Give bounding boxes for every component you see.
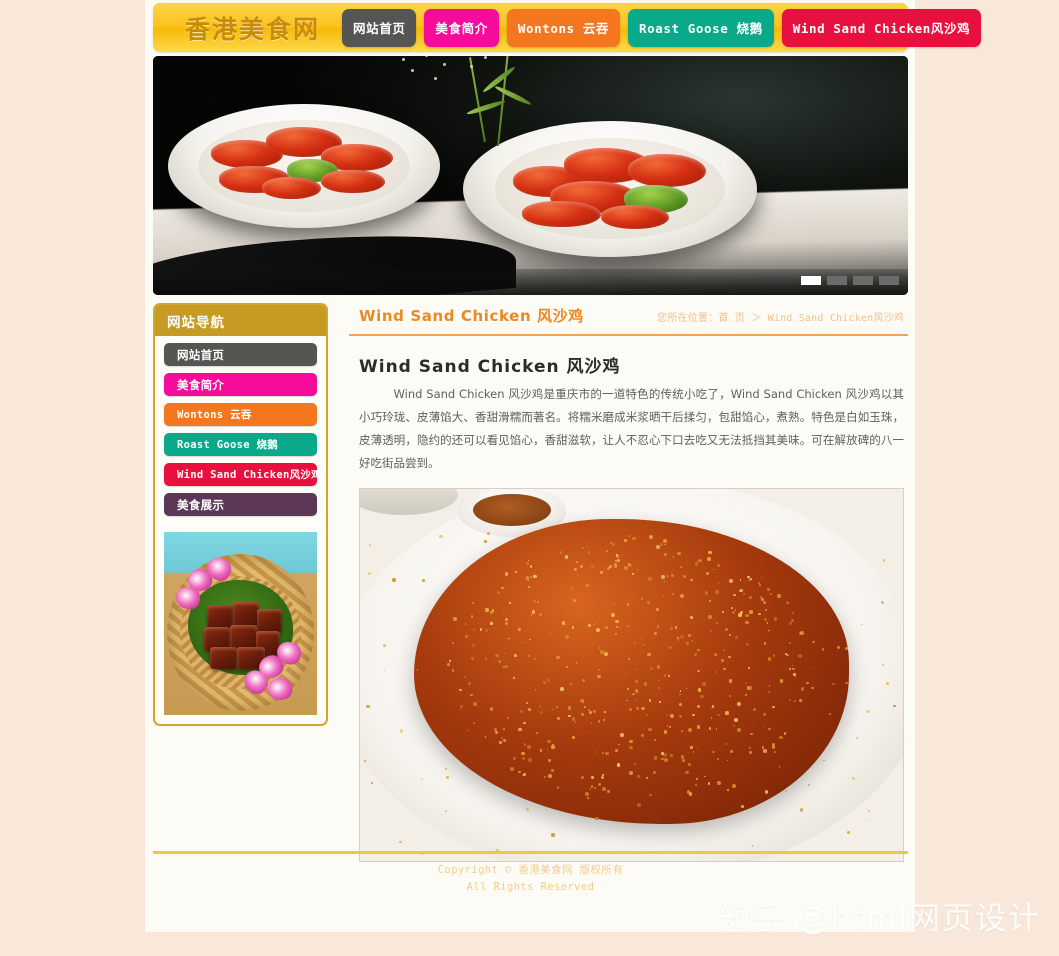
nav-item-roast-goose[interactable]: Roast Goose 烧鹅: [628, 8, 774, 47]
nav-item-wontons[interactable]: Wontons 云吞: [506, 8, 621, 47]
breadcrumb-current: Wind Sand Chicken风沙鸡: [767, 313, 904, 324]
footer-divider: [153, 851, 908, 854]
nav-item-home[interactable]: 网站首页: [342, 8, 417, 47]
sidebar-item-wontons[interactable]: Wontons 云吞: [164, 403, 317, 426]
sidebar-heading: 网站导航: [155, 305, 326, 336]
sidebar-item-roast-goose[interactable]: Roast Goose 烧鹅: [164, 433, 317, 456]
sidebar-menu: 网站首页 美食简介 Wontons 云吞 Roast Goose 烧鹅 Wind…: [155, 336, 326, 532]
sidebar-item-home[interactable]: 网站首页: [164, 343, 317, 366]
banner-image: [153, 56, 908, 295]
banner-herb-sprig: [380, 56, 607, 147]
article-photo-wind-sand-chicken: [359, 488, 904, 862]
page-container: 香港美食网 网站首页 美食简介 Wontons 云吞 Roast Goose 烧…: [145, 0, 982, 932]
nav-item-wind-sand-chicken[interactable]: Wind Sand Chicken风沙鸡: [781, 8, 982, 47]
nav-item-intro[interactable]: 美食简介: [424, 8, 499, 47]
content-header: Wind Sand Chicken 风沙鸡 您所在位置：首 页 ＞ Wind S…: [349, 303, 908, 336]
slider-dot-3[interactable]: [853, 276, 873, 285]
crumb-layer: [360, 489, 903, 861]
slider-dot-4[interactable]: [879, 276, 899, 285]
footer-copyright: Copyright © 香港美食网 版权所有: [437, 864, 624, 876]
top-navigation: 网站首页 美食简介 Wontons 云吞 Roast Goose 烧鹅 Wind…: [342, 8, 982, 47]
slider-indicators[interactable]: [801, 276, 899, 285]
sidebar-photo-wrap: [155, 532, 326, 724]
banner-slider[interactable]: [153, 56, 908, 295]
page-title: Wind Sand Chicken 风沙鸡: [359, 307, 584, 325]
sidebar: 网站导航 网站首页 美食简介 Wontons 云吞 Roast Goose 烧鹅…: [153, 303, 328, 726]
sidebar-item-intro[interactable]: 美食简介: [164, 373, 317, 396]
footer: Copyright © 香港美食网 版权所有 All Rights Reserv…: [153, 862, 908, 897]
article-title: Wind Sand Chicken 风沙鸡: [359, 357, 621, 377]
site-header: 香港美食网 网站首页 美食简介 Wontons 云吞 Roast Goose 烧…: [153, 3, 982, 52]
slider-dot-1[interactable]: [801, 276, 821, 285]
footer-rights: All Rights Reserved: [466, 881, 595, 894]
slider-dot-2[interactable]: [827, 276, 847, 285]
breadcrumb-prefix: 您所在位置：: [657, 313, 719, 324]
sidebar-photo-braised-pork: [164, 532, 317, 715]
site-logo: 香港美食网: [185, 14, 321, 44]
breadcrumb-home-link[interactable]: 首 页: [718, 313, 745, 324]
article-body: Wind Sand Chicken 风沙鸡是重庆市的一道特色的传统小吃了，Win…: [359, 387, 904, 470]
breadcrumb-separator: ＞: [751, 313, 762, 324]
sidebar-item-wind-sand-chicken[interactable]: Wind Sand Chicken风沙鸡: [164, 463, 322, 486]
sidebar-item-gallery[interactable]: 美食展示: [164, 493, 317, 516]
content-area: Wind Sand Chicken 风沙鸡 您所在位置：首 页 ＞ Wind S…: [349, 303, 908, 862]
breadcrumb: 您所在位置：首 页 ＞ Wind Sand Chicken风沙鸡: [657, 309, 904, 324]
